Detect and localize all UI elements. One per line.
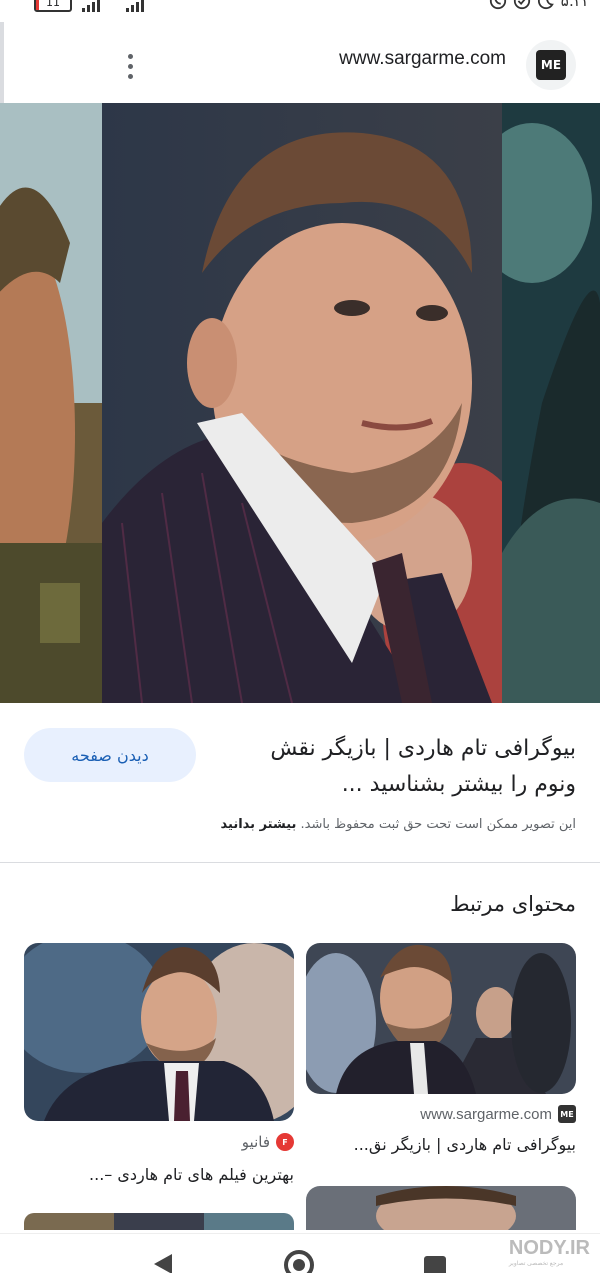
learn-more-link[interactable]: بیشتر بدانید bbox=[221, 817, 297, 832]
site-logo[interactable]: ME bbox=[526, 40, 576, 90]
copyright-notice: این تصویر ممکن است تحت حق ثبت محفوظ باشد… bbox=[221, 817, 577, 832]
site-header: www.sargarme.com ME bbox=[0, 18, 600, 104]
check-circle-icon bbox=[513, 0, 530, 10]
watermark-text: NODY.IR bbox=[508, 1237, 590, 1259]
more-vert-icon[interactable] bbox=[112, 48, 148, 84]
related-card-1-source-name: www.sargarme.com bbox=[420, 1105, 552, 1123]
whatsapp-icon bbox=[489, 0, 506, 10]
related-card-2-source: فانیو F bbox=[242, 1133, 294, 1151]
related-card-1-source: www.sargarme.com ME bbox=[420, 1105, 576, 1123]
signal-icon-2 bbox=[126, 0, 144, 12]
related-card-2-thumbnail[interactable] bbox=[24, 943, 294, 1121]
site-url[interactable]: www.sargarme.com bbox=[339, 48, 506, 70]
moon-icon bbox=[537, 0, 554, 10]
carousel-image-previous[interactable] bbox=[0, 103, 102, 703]
related-card-1-favicon: ME bbox=[558, 1105, 576, 1123]
related-card-1-title[interactable]: بیوگرافی تام هاردی | بازیگر نق... bbox=[306, 1135, 576, 1154]
battery-icon: 11 bbox=[34, 0, 72, 12]
related-card-3-thumbnail[interactable] bbox=[306, 1186, 576, 1230]
result-title[interactable]: بیوگرافی تام هاردی | بازیگر نقش ونوم را … bbox=[226, 731, 576, 803]
related-card-2-source-name: فانیو bbox=[241, 1134, 270, 1151]
related-heading: محتوای مرتبط bbox=[450, 892, 576, 916]
related-card-4-thumbnail[interactable] bbox=[24, 1213, 294, 1230]
related-card-1[interactable]: www.sargarme.com ME بیوگرافی تام هاردی |… bbox=[306, 943, 576, 1163]
watermark-logo: NODY.IR مرجع تخصصی تصاویر bbox=[509, 1237, 590, 1267]
home-circle-icon[interactable] bbox=[284, 1250, 314, 1273]
signal-icon bbox=[82, 0, 100, 12]
divider bbox=[0, 862, 600, 863]
result-info: بیوگرافی تام هاردی | بازیگر نقش ونوم را … bbox=[0, 703, 600, 863]
related-card-1-thumbnail[interactable] bbox=[306, 943, 576, 1094]
image-carousel[interactable] bbox=[0, 103, 600, 703]
site-logo-text: ME bbox=[536, 50, 566, 80]
battery-percent: 11 bbox=[46, 0, 60, 9]
recent-square-icon[interactable] bbox=[424, 1256, 446, 1273]
carousel-image-main[interactable] bbox=[102, 103, 502, 703]
watermark-subtext: مرجع تخصصی تصاویر bbox=[508, 1261, 564, 1267]
clock: ۵:۲۲ bbox=[560, 0, 590, 10]
related-card-2-title[interactable]: بهترین فیلم های تام هاردی –... bbox=[24, 1165, 294, 1184]
status-right: ۵:۲۲ bbox=[489, 0, 590, 10]
copyright-text: این تصویر ممکن است تحت حق ثبت محفوظ باشد… bbox=[300, 817, 576, 832]
battery-level bbox=[36, 0, 39, 10]
related-card-2[interactable]: فانیو F بهترین فیلم های تام هاردی –... bbox=[24, 943, 294, 1193]
system-nav-bar: NODY.IR مرجع تخصصی تصاویر bbox=[0, 1233, 600, 1273]
status-bar: 11 4G ۵:۲۲ bbox=[0, 0, 600, 18]
visit-page-button[interactable]: دیدن صفحه bbox=[24, 728, 196, 782]
related-card-2-favicon: F bbox=[276, 1133, 294, 1151]
carousel-image-next[interactable] bbox=[502, 103, 600, 703]
back-triangle-icon[interactable] bbox=[154, 1254, 172, 1273]
